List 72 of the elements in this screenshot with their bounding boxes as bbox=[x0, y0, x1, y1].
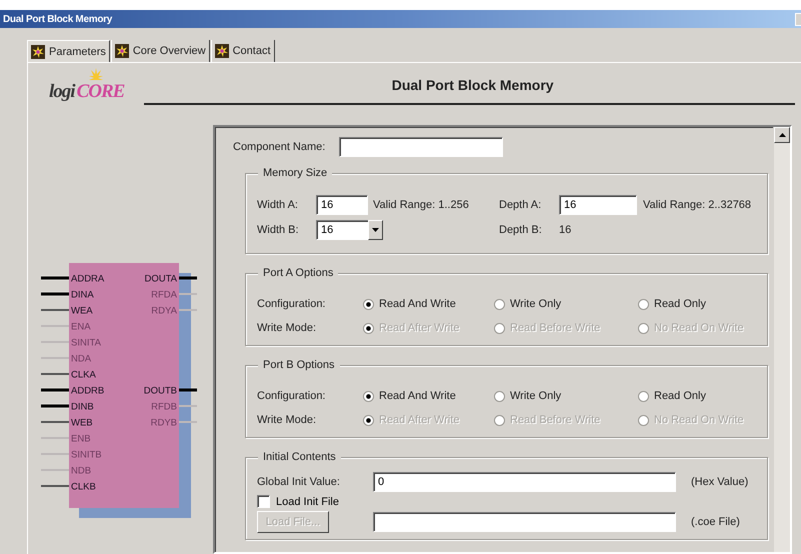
heading: Dual Port Block Memory bbox=[390, 77, 555, 93]
pin-label: RDYA bbox=[151, 306, 177, 316]
up-arrow-icon bbox=[779, 133, 786, 137]
field-label: Configuration: bbox=[257, 390, 326, 402]
pin-label: WEA bbox=[71, 306, 93, 316]
logo-text: logi bbox=[49, 82, 76, 101]
scrollbar[interactable] bbox=[773, 127, 790, 552]
radio-button[interactable] bbox=[363, 298, 374, 310]
field-label: Configuration: bbox=[257, 298, 326, 310]
pin-label: SINITA bbox=[71, 338, 101, 348]
field-label: Global Init Value: bbox=[257, 476, 341, 488]
field-label: Depth A: bbox=[499, 198, 542, 210]
option-label[interactable]: Read Only bbox=[654, 390, 706, 402]
value-text: 16 bbox=[559, 224, 572, 236]
pin-label: RFDA bbox=[151, 290, 177, 300]
radio-button[interactable] bbox=[638, 390, 649, 402]
pin-label: SINITB bbox=[71, 450, 102, 460]
radio-button[interactable] bbox=[638, 298, 649, 310]
option-label[interactable]: Read Only bbox=[654, 298, 706, 310]
input-field[interactable]: 16 bbox=[559, 194, 637, 214]
range-hint: Valid Range: 2..32768 bbox=[643, 198, 752, 210]
input-field[interactable]: 16 bbox=[316, 194, 368, 214]
pin-label: ENA bbox=[71, 322, 91, 332]
option-label[interactable]: Read And Write bbox=[379, 298, 456, 310]
option-label[interactable]: Write Only bbox=[510, 298, 562, 310]
unit-hint: (.coe File) bbox=[690, 516, 741, 528]
field-label: Width B: bbox=[257, 224, 300, 236]
starburst-icon bbox=[31, 44, 45, 58]
group-title: Memory Size bbox=[258, 166, 332, 180]
tab[interactable]: Contact bbox=[210, 40, 275, 62]
input-field[interactable]: 0 bbox=[373, 472, 676, 492]
radio-button[interactable] bbox=[363, 390, 374, 402]
window-button[interactable] bbox=[795, 12, 801, 26]
scroll-up-button[interactable] bbox=[774, 127, 790, 143]
pin-label: CLKA bbox=[71, 370, 96, 380]
tab[interactable]: Core Overview bbox=[110, 40, 210, 62]
window-title: Dual Port Block Memory bbox=[3, 14, 112, 24]
pin-label: ADDRA bbox=[71, 274, 104, 284]
option-label[interactable]: Write Only bbox=[510, 390, 562, 402]
pin-label: NDB bbox=[71, 466, 92, 476]
checkbox[interactable]: Load Init File bbox=[257, 495, 676, 508]
pin-label: RDYB bbox=[150, 418, 177, 428]
pin-label: NDA bbox=[71, 354, 92, 364]
pin-label: ADDRB bbox=[71, 386, 104, 396]
pin-label: DINA bbox=[71, 290, 94, 300]
group-title: Port B Options bbox=[258, 358, 340, 372]
input-field[interactable] bbox=[339, 137, 504, 157]
sun-icon bbox=[89, 68, 103, 80]
group-title: Port A Options bbox=[258, 266, 338, 280]
field-label: Write Mode: bbox=[257, 414, 318, 426]
field-label: Write Mode: bbox=[257, 322, 318, 334]
starburst-icon bbox=[114, 44, 129, 58]
field-label: Depth B: bbox=[499, 224, 543, 236]
caret-icon bbox=[372, 228, 379, 232]
pin-label: DOUTA bbox=[144, 274, 177, 284]
range-hint: Valid Range: 1..256 bbox=[373, 198, 470, 210]
field-label: Component Name: bbox=[233, 141, 326, 153]
unit-hint: (Hex Value) bbox=[690, 476, 750, 488]
pin-label: ENB bbox=[71, 434, 91, 444]
pin-label: RFDB bbox=[151, 402, 177, 412]
pin-label: DINB bbox=[71, 402, 94, 412]
tab[interactable]: Parameters bbox=[27, 40, 110, 62]
field-label: Width A: bbox=[257, 198, 299, 210]
option-label[interactable]: Read And Write bbox=[379, 390, 456, 402]
radio-button[interactable] bbox=[494, 390, 505, 402]
input-field[interactable] bbox=[373, 512, 676, 532]
starburst-icon bbox=[214, 44, 229, 58]
logo-text: CORE bbox=[76, 82, 126, 101]
radio-button[interactable] bbox=[494, 298, 505, 310]
pin-label: CLKB bbox=[71, 482, 96, 492]
pin-label: DOUTB bbox=[144, 386, 177, 396]
pin-label: WEB bbox=[71, 418, 93, 428]
